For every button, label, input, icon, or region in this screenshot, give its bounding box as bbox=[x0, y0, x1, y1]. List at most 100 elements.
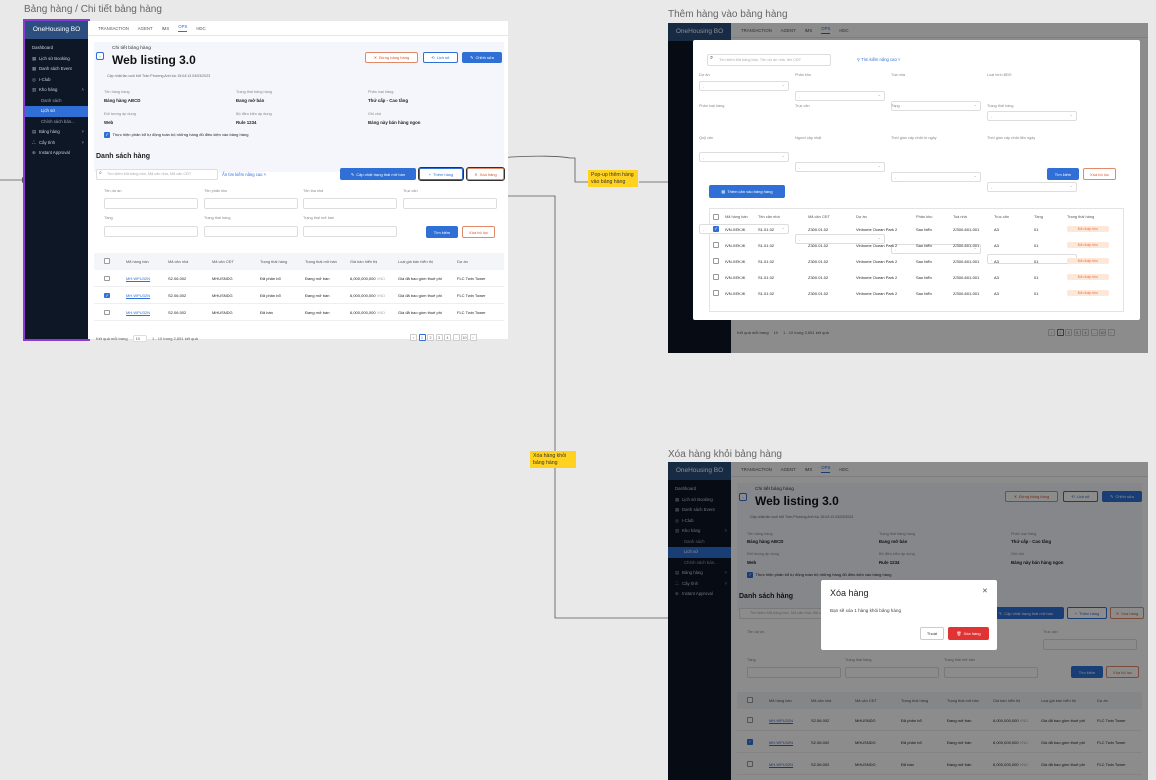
row-checkbox[interactable] bbox=[713, 258, 719, 266]
column-header: Mã căn CĐT bbox=[212, 259, 234, 264]
item-code: IVN.XEKJK bbox=[725, 258, 746, 264]
modal-advanced-toggle[interactable]: ⚲ Tìm kiếm nâng cao ˅ bbox=[857, 57, 900, 62]
zone-name: Sao biển bbox=[916, 274, 932, 280]
sidebar-item-iclub[interactable]: ◎ I-Club bbox=[25, 75, 88, 86]
status-badge: Đã nhập kho bbox=[1067, 226, 1109, 232]
item-code: IVN.XEKJK bbox=[725, 290, 746, 296]
row-checkbox[interactable] bbox=[104, 275, 110, 284]
filter-select[interactable]: - bbox=[795, 90, 885, 101]
page-button[interactable]: 1 bbox=[418, 334, 426, 341]
filter-select[interactable]: - bbox=[891, 171, 981, 182]
column-header: Trục căn bbox=[994, 214, 1009, 219]
row-checkbox[interactable] bbox=[713, 226, 719, 234]
main-left: TRANSACTION AGENT IMS OPS HDC ‹ Chi tiết… bbox=[88, 21, 508, 342]
modal-search-button[interactable]: Tìm kiếm bbox=[1047, 168, 1079, 180]
currency: VND bbox=[376, 293, 386, 298]
sidebar-left: OneHousing BO Dashboard ▦ Lịch sử Booking… bbox=[23, 19, 90, 341]
status-badge: Đã nhập kho bbox=[1067, 274, 1109, 280]
page-button[interactable]: 2 bbox=[427, 334, 434, 341]
table-icon: ▤ bbox=[32, 129, 37, 134]
approval-icon: ⊕ bbox=[32, 150, 36, 155]
sidebar-item-tree[interactable]: ஃ Cây tính ˅ bbox=[25, 138, 88, 149]
note-popup-add: Pop-up thêm hàng vào bảng hàng bbox=[588, 170, 638, 187]
status-badge: Đã nhập kho bbox=[1067, 242, 1109, 248]
display-price: 6,000,000,000 VND bbox=[350, 293, 386, 298]
floor: 01 bbox=[1034, 274, 1039, 280]
filter-label: Dự án bbox=[699, 73, 710, 77]
modal-search-input[interactable]: Tìm kiếm Mã bảng bán, Tên dự án nhà, tên… bbox=[707, 54, 831, 66]
sidebar-item-approval[interactable]: ⊕ Instant Approval bbox=[25, 148, 88, 159]
axis: A3 bbox=[994, 242, 999, 248]
row-checkbox[interactable] bbox=[713, 274, 719, 282]
zone-name: Sao biển bbox=[916, 242, 932, 248]
filter-label: Người cập nhật bbox=[795, 136, 822, 140]
project-name: FLC Twin Tower bbox=[457, 276, 486, 281]
club-icon: ◎ bbox=[32, 76, 36, 82]
items-table: Mã hàng bán Mã căn nhà Mã căn CĐT Trạng thá… bbox=[88, 21, 508, 339]
zone-name: Sao biển bbox=[916, 226, 932, 232]
sidebar-item-history[interactable]: Lịch sử bbox=[25, 106, 88, 117]
filter-select[interactable]: - bbox=[987, 253, 1077, 264]
page-button[interactable]: 4 bbox=[444, 334, 451, 341]
page-ellipsis: ... bbox=[452, 334, 460, 341]
sidebar-item-warehouse[interactable]: ▥ Kho hàng ˄ bbox=[25, 85, 88, 96]
users-icon: ஃ bbox=[32, 139, 36, 145]
filter-label: Tòa nhà bbox=[891, 73, 905, 77]
row-checkbox[interactable] bbox=[713, 242, 719, 250]
remove-confirm-modal: Xóa hàng ✕ Bạn sẽ xóa 1 hàng khỏi bảng h… bbox=[821, 580, 997, 650]
zone-name: Sao biển bbox=[916, 290, 932, 296]
filter-select[interactable]: - bbox=[891, 100, 981, 111]
row-checkbox[interactable] bbox=[104, 309, 110, 318]
filter-select[interactable]: - bbox=[987, 181, 1077, 192]
sidebar-item-dashboard[interactable]: Dashboard bbox=[25, 43, 88, 54]
column-header: Phân khu bbox=[916, 214, 933, 219]
sidebar-item-policy[interactable]: Chính sách bán... bbox=[25, 117, 88, 128]
filter-select[interactable]: - bbox=[795, 161, 885, 172]
currency: VND bbox=[376, 276, 386, 281]
pagination-info: Kết quả mỗi trang 10 1 - 10 trong 2,651 … bbox=[96, 335, 198, 342]
page-button[interactable]: 3 bbox=[435, 334, 443, 341]
modal-clear-button[interactable]: Xóa bộ lọc bbox=[1083, 168, 1116, 180]
select-all-checkbox[interactable] bbox=[104, 258, 110, 266]
project-name: Vinhome Ocean Park 2 bbox=[856, 226, 898, 232]
sidebar-item-events[interactable]: ▦ Danh sách Event bbox=[25, 64, 88, 75]
item-code-link[interactable]: MH.WPU32N bbox=[126, 293, 150, 298]
per-page-select[interactable]: 10 bbox=[132, 335, 148, 342]
column-header: Toà nhà bbox=[953, 214, 967, 219]
select-all-checkbox[interactable] bbox=[713, 214, 719, 222]
unit-code: S2.06.002 bbox=[168, 276, 187, 281]
unit-code: S2.06.002 bbox=[168, 310, 187, 315]
cdt-code: Z300.01.02 bbox=[808, 258, 829, 264]
column-header: Dự án bbox=[856, 214, 867, 219]
filter-select[interactable]: - bbox=[699, 151, 789, 162]
pagination: ‹ 1 2 3 4 ... 10 › bbox=[410, 334, 477, 341]
item-code-link[interactable]: MH.WPU32N bbox=[126, 310, 150, 315]
unit-code: S2.06.002 bbox=[168, 293, 187, 298]
row-checkbox[interactable] bbox=[104, 292, 110, 301]
display-price: 6,000,000,000 VND bbox=[350, 276, 386, 281]
page-next-button[interactable]: › bbox=[469, 334, 477, 341]
page-prev-button[interactable]: ‹ bbox=[410, 334, 417, 341]
chevron-up-icon: ˄ bbox=[81, 87, 84, 92]
row-checkbox[interactable] bbox=[713, 290, 719, 298]
filter-select[interactable]: - bbox=[987, 110, 1077, 121]
sidebar-item-list[interactable]: Danh sách bbox=[25, 96, 88, 107]
confirm-remove-button[interactable]: 🗑 Xóa hàng bbox=[948, 627, 989, 640]
filter-select[interactable]: - bbox=[699, 80, 789, 91]
page-button[interactable]: 10 bbox=[461, 334, 468, 341]
item-code-link[interactable]: MH.WPU32N bbox=[126, 276, 150, 281]
project-name: Vinhome Ocean Park 2 bbox=[856, 274, 898, 280]
axis: A3 bbox=[994, 290, 999, 296]
column-header: Dự án bbox=[457, 259, 468, 264]
item-status: Đã phân bổ bbox=[260, 276, 281, 281]
close-icon[interactable]: ✕ bbox=[982, 587, 988, 595]
sidebar-item-booking[interactable]: ▦ Lịch sử Booking bbox=[25, 54, 88, 65]
column-header: Trạng thái mở bán bbox=[305, 259, 337, 264]
chevron-down-icon: ˅ bbox=[81, 139, 84, 145]
column-header: Tầng bbox=[1034, 214, 1043, 219]
sidebar-item-tables[interactable]: ▤ Bảng hàng ˅ bbox=[25, 127, 88, 138]
cancel-button[interactable]: Thoát bbox=[920, 627, 944, 640]
trash-icon: 🗑 bbox=[956, 631, 962, 636]
unit-name: S1.01.02 bbox=[758, 274, 775, 280]
add-to-table-button[interactable]: ▦ Thêm căn vào bảng hàng bbox=[709, 185, 785, 198]
